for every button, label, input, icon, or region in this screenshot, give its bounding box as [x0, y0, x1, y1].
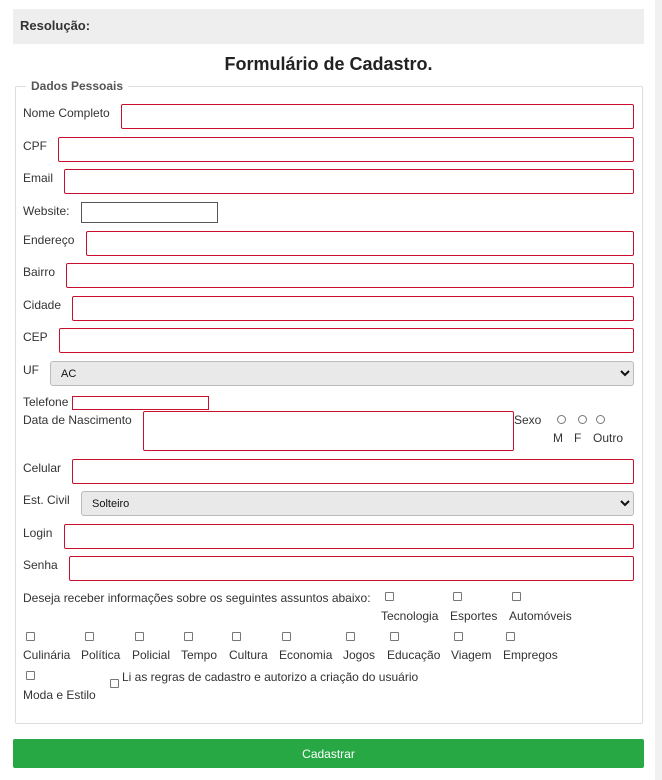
website-label: Website:: [23, 204, 70, 218]
website-input[interactable]: [81, 202, 218, 223]
checkbox-politica[interactable]: [85, 632, 94, 641]
login-input[interactable]: [64, 524, 634, 549]
bairro-input[interactable]: [66, 263, 634, 288]
cidade-label: Cidade: [23, 298, 62, 312]
label-tempo: Tempo: [181, 648, 218, 662]
cep-input[interactable]: [59, 328, 634, 353]
checkbox-cultura[interactable]: [232, 632, 241, 641]
label-economia: Economia: [279, 648, 333, 662]
label-empregos: Empregos: [503, 648, 558, 662]
nascimento-label: Data de Nascimento: [23, 413, 132, 427]
cpf-input[interactable]: [58, 137, 634, 162]
sexo-option-f: F: [574, 431, 582, 445]
terms-checkbox[interactable]: [110, 679, 119, 688]
celular-label: Celular: [23, 461, 62, 475]
page: Resolução: Formulário de Cadastro. Dados…: [0, 0, 655, 780]
estcivil-label: Est. Civil: [23, 493, 70, 507]
email-label: Email: [23, 171, 54, 185]
resolution-header: Resolução:: [13, 9, 644, 44]
label-educacao: Educação: [387, 648, 441, 662]
sexo-option-outro: Outro: [593, 431, 624, 445]
telefone-input[interactable]: [72, 396, 209, 410]
label-moda: Moda e Estilo: [23, 688, 96, 702]
terms-label: Li as regras de cadastro e autorizo a cr…: [122, 670, 419, 684]
sexo-label: Sexo: [514, 413, 542, 427]
sexo-radio-outro[interactable]: [596, 415, 605, 424]
checkbox-economia[interactable]: [282, 632, 291, 641]
label-tecnologia: Tecnologia: [381, 609, 439, 623]
sexo-option-m: M: [553, 431, 563, 445]
label-politica: Política: [81, 648, 121, 662]
email-input[interactable]: [64, 169, 634, 194]
uf-select[interactable]: AC: [50, 361, 634, 386]
checkbox-tecnologia[interactable]: [385, 592, 394, 601]
checkbox-educacao[interactable]: [390, 632, 399, 641]
login-label: Login: [23, 526, 53, 540]
uf-label: UF: [23, 363, 39, 377]
label-cultura: Cultura: [229, 648, 268, 662]
cpf-label: CPF: [23, 139, 47, 153]
form-title: Formulário de Cadastro.: [224, 54, 433, 74]
bairro-label: Bairro: [23, 265, 56, 279]
label-policial: Policial: [132, 648, 171, 662]
label-jogos: Jogos: [343, 648, 376, 662]
senha-label: Senha: [23, 558, 58, 572]
checkbox-viagem[interactable]: [454, 632, 463, 641]
checkbox-automoveis[interactable]: [512, 592, 521, 601]
checkbox-jogos[interactable]: [346, 632, 355, 641]
endereco-input[interactable]: [86, 231, 634, 256]
senha-input[interactable]: [69, 556, 634, 581]
checkbox-tempo[interactable]: [184, 632, 193, 641]
label-culinaria: Culinária: [23, 648, 71, 662]
label-esportes: Esportes: [450, 609, 498, 623]
scrollbar[interactable]: [655, 0, 662, 780]
cidade-input[interactable]: [72, 296, 634, 321]
checkbox-policial[interactable]: [135, 632, 144, 641]
checkbox-culinaria[interactable]: [26, 632, 35, 641]
nascimento-textarea[interactable]: [143, 411, 514, 451]
nome-input[interactable]: [121, 104, 634, 129]
endereco-label: Endereço: [23, 233, 75, 247]
sexo-radio-f[interactable]: [578, 415, 587, 424]
checkbox-empregos[interactable]: [506, 632, 515, 641]
cadastrar-button[interactable]: Cadastrar: [13, 739, 644, 768]
fieldset-legend: Dados Pessoais: [31, 79, 124, 93]
estcivil-select[interactable]: Solteiro: [81, 491, 634, 516]
cep-label: CEP: [23, 330, 48, 344]
sexo-radio-m[interactable]: [557, 415, 566, 424]
checkbox-moda[interactable]: [26, 671, 35, 680]
label-automoveis: Automóveis: [509, 609, 572, 623]
label-viagem: Viagem: [451, 648, 492, 662]
telefone-label: Telefone: [23, 395, 69, 409]
nome-label: Nome Completo: [23, 106, 110, 120]
celular-input[interactable]: [72, 459, 634, 484]
interesses-question: Deseja receber informações sobre os segu…: [23, 591, 371, 605]
checkbox-esportes[interactable]: [453, 592, 462, 601]
